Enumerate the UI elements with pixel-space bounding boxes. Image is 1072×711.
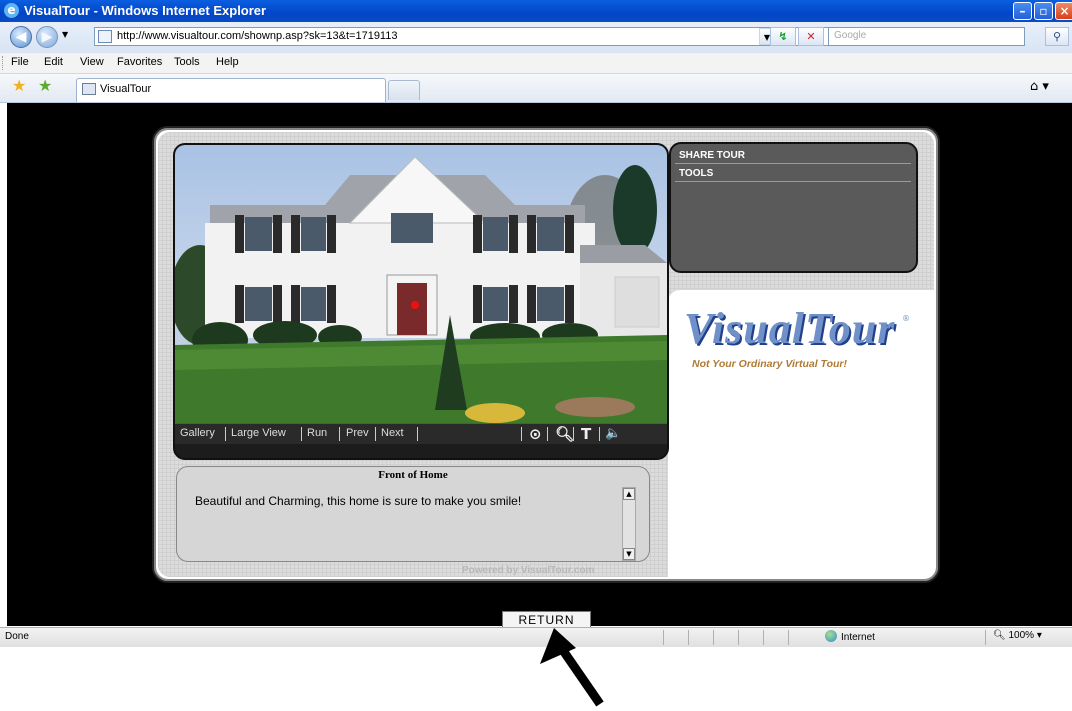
menu-help[interactable]: Help	[216, 56, 239, 68]
annotation-arrow-icon	[540, 628, 604, 707]
divider	[547, 427, 548, 441]
menu-bar: File Edit View Favorites Tools Help	[0, 53, 1072, 74]
zoom-icon: 🔍︎	[993, 630, 1006, 641]
text-icon[interactable]: T	[581, 425, 591, 443]
description-title: Front of Home	[378, 469, 448, 481]
divider	[225, 427, 226, 441]
window-title: VisualTour - Windows Internet Explorer	[24, 3, 267, 18]
divider	[688, 630, 689, 645]
minimize-button[interactable]: –	[1013, 2, 1032, 20]
divider	[675, 163, 911, 164]
back-button[interactable]: ◀	[10, 26, 32, 48]
forward-button[interactable]: ▶	[36, 26, 58, 48]
large-view-link[interactable]: Large View	[231, 427, 286, 439]
search-icon[interactable]: ⚲	[1045, 27, 1069, 46]
target-icon[interactable]: ⊙	[529, 425, 542, 443]
home-icon[interactable]: ⌂ ▾	[1030, 79, 1066, 97]
url-text: http://www.visualtour.com/shownp.asp?sk=…	[117, 30, 398, 42]
description-box: Front of Home Beautiful and Charming, th…	[176, 466, 650, 562]
speaker-icon[interactable]: 🔈	[605, 425, 621, 443]
search-input[interactable]: Google	[828, 27, 1025, 46]
gallery-link[interactable]: Gallery	[180, 427, 215, 439]
logo-text: VisualTour	[684, 304, 896, 353]
menu-file[interactable]: File	[11, 56, 29, 68]
favorites-star-icon[interactable]: ★	[12, 78, 26, 94]
divider	[417, 427, 418, 441]
stop-button[interactable]: ✕	[798, 27, 824, 46]
divider	[663, 630, 664, 645]
divider	[375, 427, 376, 441]
scroll-up-icon[interactable]: ▲	[623, 488, 635, 500]
powered-by[interactable]: Powered by VisualTour.com	[462, 565, 594, 576]
house-image	[175, 156, 667, 423]
menu-grip	[2, 56, 6, 70]
new-tab-button[interactable]	[388, 80, 420, 100]
divider	[985, 630, 986, 645]
divider	[788, 630, 789, 645]
viewer-controls: Gallery Large View Run Prev Next ⊙ 🔍︎ T …	[175, 423, 667, 444]
description-scrollbar[interactable]: ▲ ▼	[622, 487, 636, 561]
status-text: Done	[5, 631, 29, 642]
zoom-icon[interactable]: 🔍︎	[555, 425, 574, 443]
zoom-level: 100%	[1008, 630, 1035, 641]
side-menu: SHARE TOUR TOOLS	[669, 142, 918, 273]
title-bar: e VisualTour - Windows Internet Explorer…	[0, 0, 1072, 22]
address-field[interactable]: http://www.visualtour.com/shownp.asp?sk=…	[94, 27, 830, 46]
house-photo[interactable]	[175, 145, 667, 423]
tab-bar: ★ ★ VisualTour ⌂ ▾	[0, 74, 1072, 103]
add-favorite-icon[interactable]: ★	[38, 78, 52, 94]
share-tour-button[interactable]: SHARE TOUR	[679, 150, 745, 161]
menu-view[interactable]: View	[80, 56, 104, 68]
divider	[339, 427, 340, 441]
page-icon	[98, 30, 112, 43]
prev-link[interactable]: Prev	[346, 427, 369, 439]
ie-logo-icon: e	[4, 3, 19, 18]
divider	[738, 630, 739, 645]
run-link[interactable]: Run	[307, 427, 327, 439]
divider	[713, 630, 714, 645]
security-zone: Internet	[825, 630, 875, 643]
registered-mark: ®	[902, 314, 910, 323]
globe-icon	[825, 630, 837, 642]
tab-visualtour[interactable]: VisualTour	[76, 78, 386, 102]
visualtour-logo: VisualTour ® Not Your Ordinary Virtual T…	[684, 306, 924, 376]
status-bar: Done Internet 🔍︎ 100% ▾	[0, 627, 1072, 647]
tools-button[interactable]: TOOLS	[679, 168, 713, 179]
divider	[301, 427, 302, 441]
photo-viewer: Gallery Large View Run Prev Next ⊙ 🔍︎ T …	[173, 143, 669, 460]
refresh-button[interactable]: ↯	[770, 27, 796, 46]
scroll-down-icon[interactable]: ▼	[623, 548, 635, 560]
tab-label: VisualTour	[100, 83, 152, 95]
zoom-control[interactable]: 🔍︎ 100% ▾	[993, 630, 1042, 641]
divider	[675, 181, 911, 182]
maximize-button[interactable]: ▫	[1034, 2, 1053, 20]
tab-page-icon	[82, 83, 96, 95]
menu-favorites[interactable]: Favorites	[117, 56, 162, 68]
next-link[interactable]: Next	[381, 427, 404, 439]
divider	[521, 427, 522, 441]
zone-label: Internet	[841, 632, 875, 643]
divider	[599, 427, 600, 441]
logo-tagline: Not Your Ordinary Virtual Tour!	[692, 358, 847, 370]
divider	[573, 427, 574, 441]
divider	[763, 630, 764, 645]
menu-edit[interactable]: Edit	[44, 56, 63, 68]
recent-pages-chevron-icon[interactable]: ▼	[62, 30, 68, 39]
menu-tools[interactable]: Tools	[174, 56, 200, 68]
close-button[interactable]: ×	[1055, 2, 1072, 20]
address-row: ◀ ▶ ▼ http://www.visualtour.com/shownp.a…	[0, 22, 1072, 53]
search-placeholder: Google	[834, 30, 867, 41]
description-text: Beautiful and Charming, this home is sur…	[195, 494, 522, 508]
